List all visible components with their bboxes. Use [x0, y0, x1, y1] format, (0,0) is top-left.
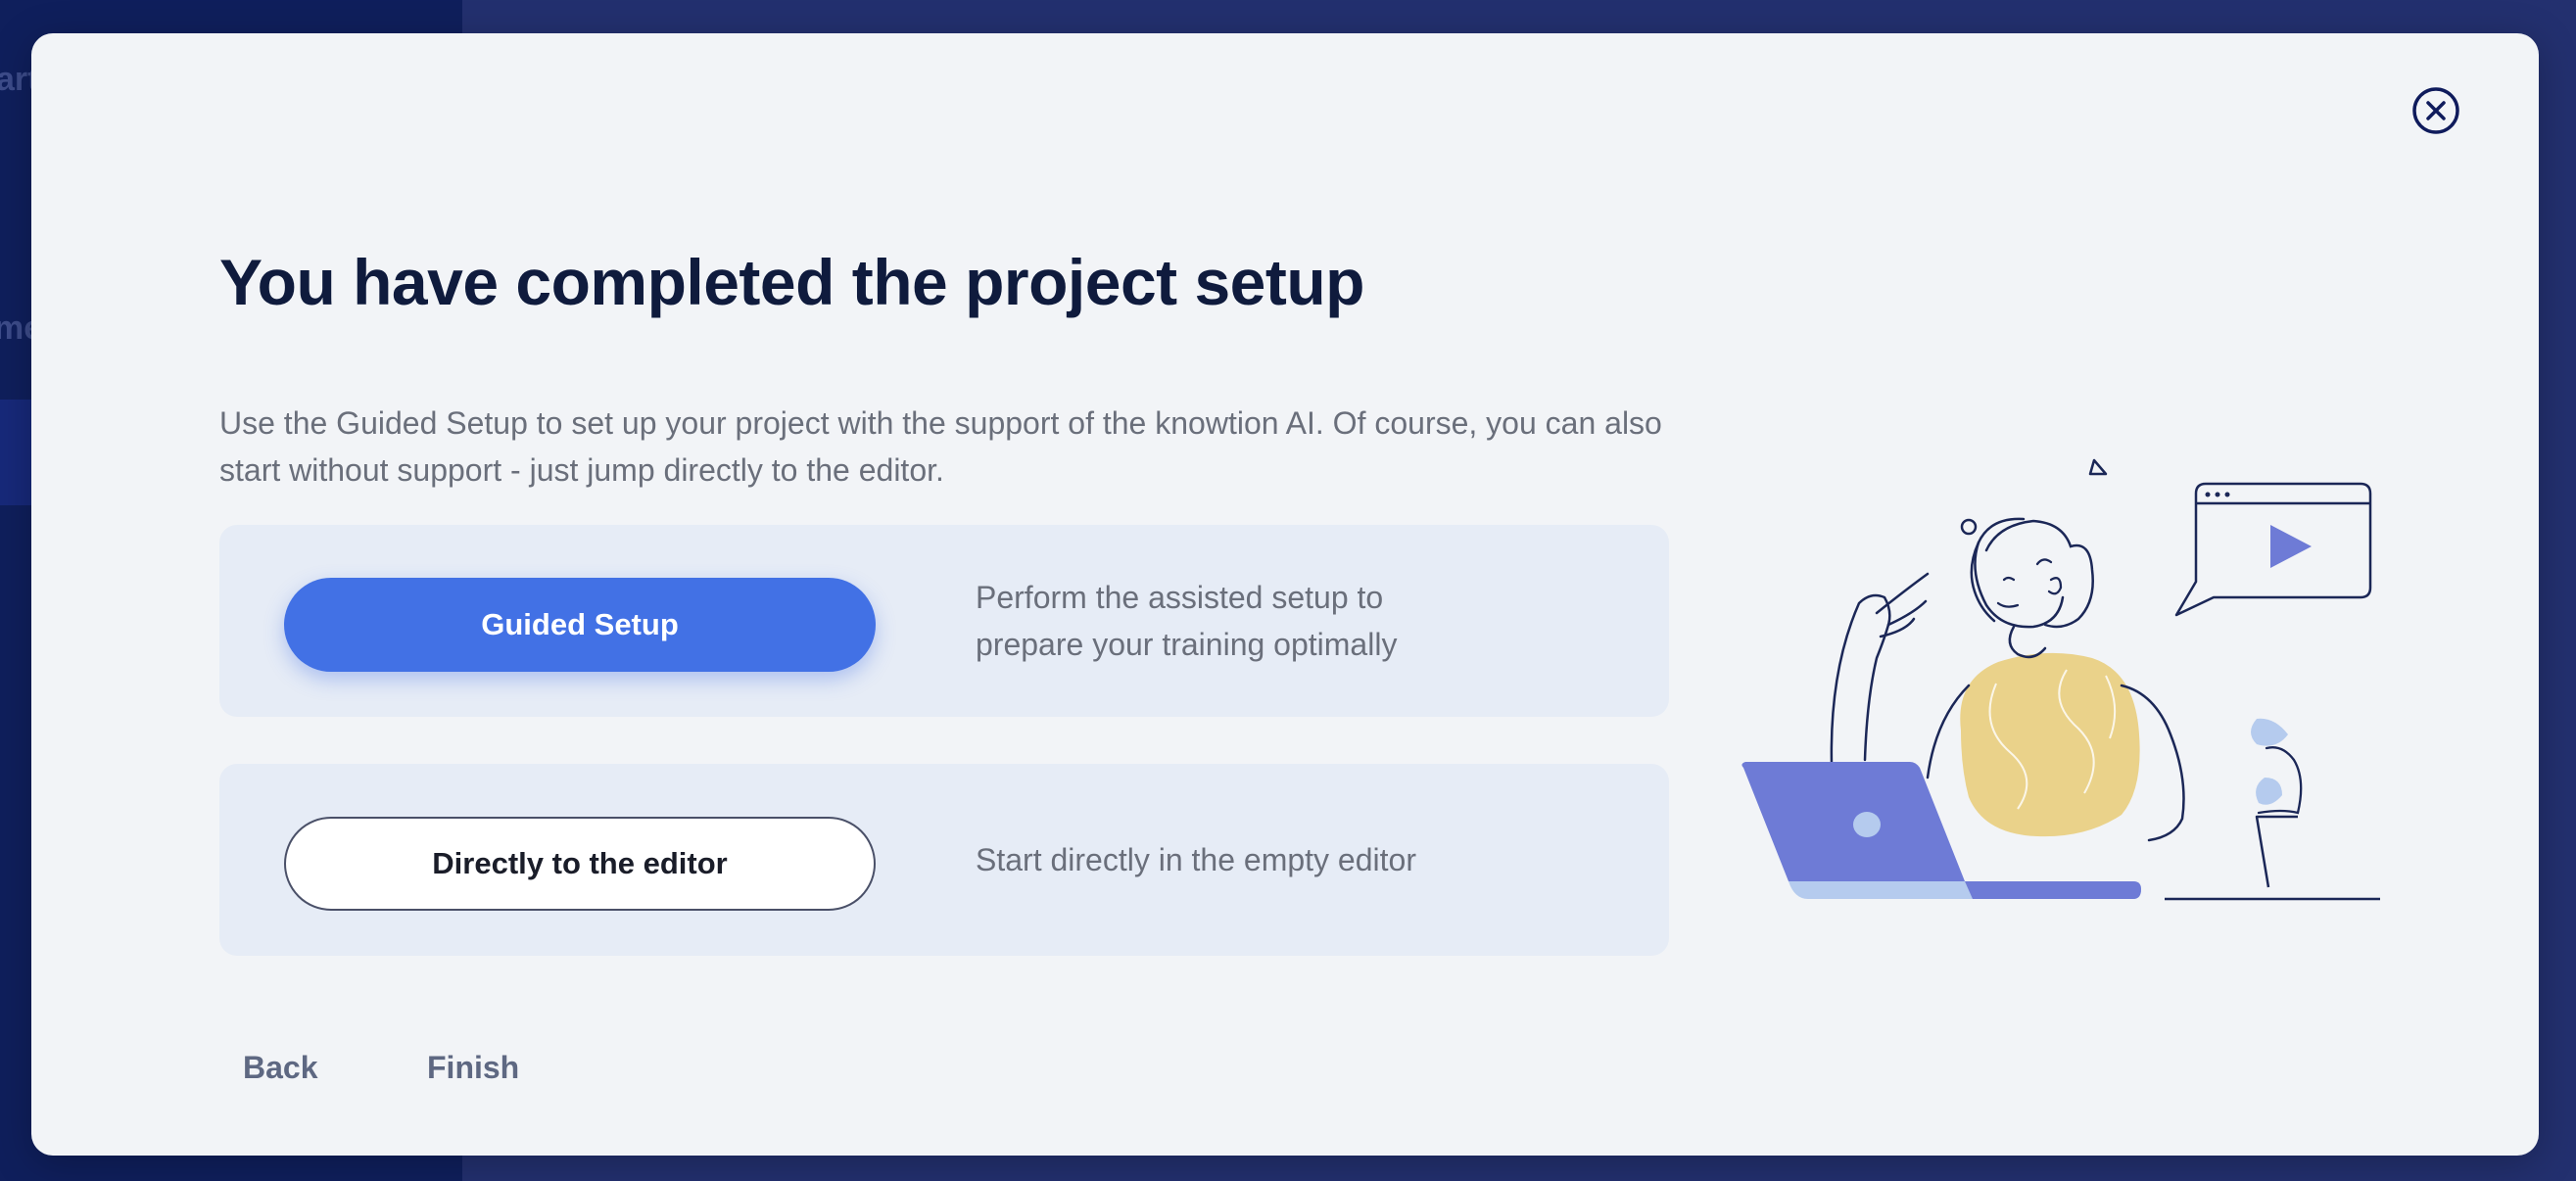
- directly-to-editor-button[interactable]: Directly to the editor: [284, 817, 876, 911]
- plant-pot: [2255, 815, 2298, 888]
- guided-setup-description: Perform the assisted setup to prepare yo…: [976, 574, 1397, 668]
- dialog-intro: Use the Guided Setup to set up your proj…: [219, 405, 1662, 488]
- plant-leaf: [2251, 718, 2288, 746]
- triangle-decoration: [2088, 458, 2108, 476]
- back-button[interactable]: Back: [243, 1050, 318, 1086]
- finish-button[interactable]: Finish: [427, 1050, 519, 1086]
- laptop-screen: [1741, 762, 1965, 881]
- editor-card: Directly to the editor Start directly in…: [219, 764, 1669, 956]
- close-button[interactable]: [2411, 86, 2460, 135]
- guided-setup-button[interactable]: Guided Setup: [284, 578, 876, 672]
- editor-description: Start directly in the empty editor: [976, 842, 1416, 877]
- body-shape: [1960, 652, 2140, 837]
- laptop-logo: [1853, 812, 1881, 837]
- setup-complete-dialog: You have completed the project setup Use…: [31, 33, 2539, 1156]
- description-line: prepare your training optimally: [976, 627, 1398, 662]
- play-icon: [2270, 525, 2312, 568]
- person-with-laptop-illustration: [1741, 458, 2380, 901]
- description-line: Perform the assisted setup to: [976, 580, 1384, 615]
- close-icon: [2412, 87, 2459, 134]
- plant-leaf: [2256, 778, 2282, 805]
- dialog-title: You have completed the project setup: [219, 246, 1365, 318]
- circle-decoration: [1960, 518, 1978, 536]
- guided-setup-card: Guided Setup Perform the assisted setup …: [219, 525, 1669, 717]
